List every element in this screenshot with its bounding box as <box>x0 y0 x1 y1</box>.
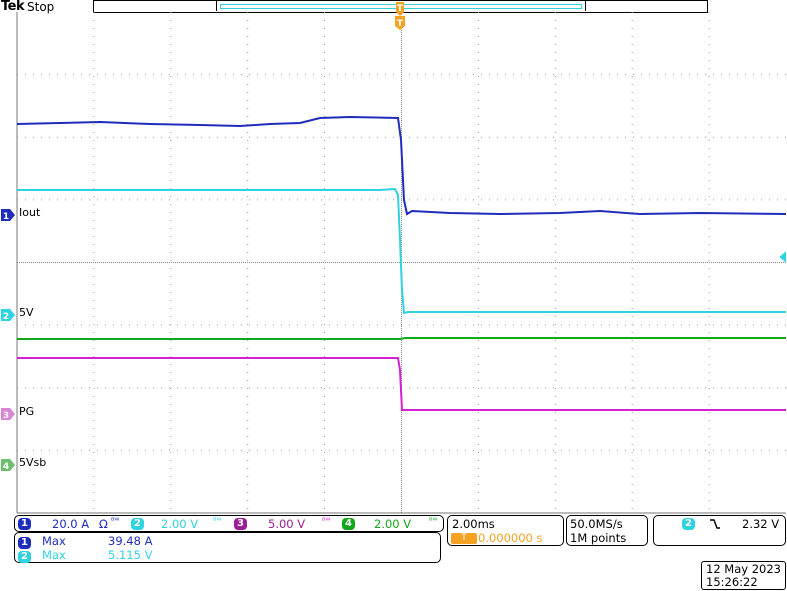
ch4-badge: 4 <box>342 518 355 530</box>
record-length: 1M points <box>570 531 627 545</box>
ch4-scale[interactable]: 2.00 V <box>374 517 411 531</box>
timebase-scale[interactable]: 2.00ms <box>452 517 495 531</box>
measurement-row[interactable]: 2 Max 5.115 V <box>18 548 152 563</box>
ch4-waveform <box>17 337 786 340</box>
svg-text:3: 3 <box>3 411 9 421</box>
meas1-value: 39.48 A <box>108 534 153 548</box>
waveform-display[interactable]: T T <box>0 0 787 591</box>
ch2-trigger-level-marker <box>779 251 787 263</box>
trigger-source-badge: 2 <box>682 518 695 530</box>
svg-text:2: 2 <box>3 312 9 322</box>
ch3-scale[interactable]: 5.00 V <box>268 517 305 531</box>
timebase-readout[interactable]: 2.00ms T 0.000000 s <box>447 515 564 546</box>
meas2-value: 5.115 V <box>108 548 153 562</box>
ch2-bw-icon: ᴮᵂ <box>213 516 222 525</box>
ch1-marker[interactable]: 1 <box>0 207 16 226</box>
ch2-marker[interactable]: 2 <box>0 307 16 326</box>
svg-text:4: 4 <box>3 462 9 472</box>
ch2-label: 5V <box>19 306 34 319</box>
ch3-label: PG <box>19 405 35 418</box>
date: 12 May 2023 <box>706 562 781 576</box>
acquisition-readout[interactable]: 50.0MS/s 1M points <box>566 515 648 546</box>
ch4-bw-icon: ᴮᵂ <box>429 516 438 525</box>
trigger-position-icon: T <box>451 533 477 544</box>
ch1-impedance-icon: Ω <box>99 517 108 531</box>
falling-edge-icon <box>710 519 720 529</box>
trigger-readout[interactable]: 2 2.32 V <box>653 515 786 546</box>
measurements-panel[interactable]: 1 Max 39.48 A 2 Max 5.115 V <box>14 532 441 563</box>
measurement-row[interactable]: 1 Max 39.48 A <box>18 534 152 549</box>
ch3-marker[interactable]: 3 <box>0 406 16 425</box>
datetime-readout: 12 May 2023 15:26:22 <box>701 561 786 590</box>
svg-text:1: 1 <box>3 212 9 222</box>
time: 15:26:22 <box>706 575 758 589</box>
ch1-scale[interactable]: 20.0 A <box>52 517 89 531</box>
ch1-badge: 1 <box>18 518 31 530</box>
meas2-name: Max <box>42 548 66 562</box>
trigger-level[interactable]: 2.32 V <box>742 517 779 531</box>
svg-text:T: T <box>397 19 404 29</box>
ch3-bw-icon: ᴮᵂ <box>322 516 331 525</box>
meas1-name: Max <box>42 534 66 548</box>
ch2-badge: 2 <box>131 518 144 530</box>
trigger-position-marker: T T <box>395 2 405 30</box>
ch1-bw-icon: ᴮᵂ <box>111 516 120 525</box>
trigger-position-value[interactable]: 0.000000 s <box>478 531 543 545</box>
channel-scale-readout[interactable]: 1 20.0 A Ω ᴮᵂ 2 2.00 V ᴮᵂ 3 5.00 V ᴮᵂ 4 … <box>14 515 444 532</box>
ch3-badge: 3 <box>234 518 247 530</box>
ch3-waveform <box>17 357 786 411</box>
ch4-label: 5Vsb <box>19 456 47 469</box>
ch4-marker[interactable]: 4 <box>0 457 16 476</box>
svg-text:T: T <box>397 4 404 14</box>
ch1-label: Iout <box>19 206 41 219</box>
sample-rate: 50.0MS/s <box>570 517 623 531</box>
meas2-source-badge: 2 <box>18 551 31 563</box>
ch2-scale[interactable]: 2.00 V <box>161 517 198 531</box>
